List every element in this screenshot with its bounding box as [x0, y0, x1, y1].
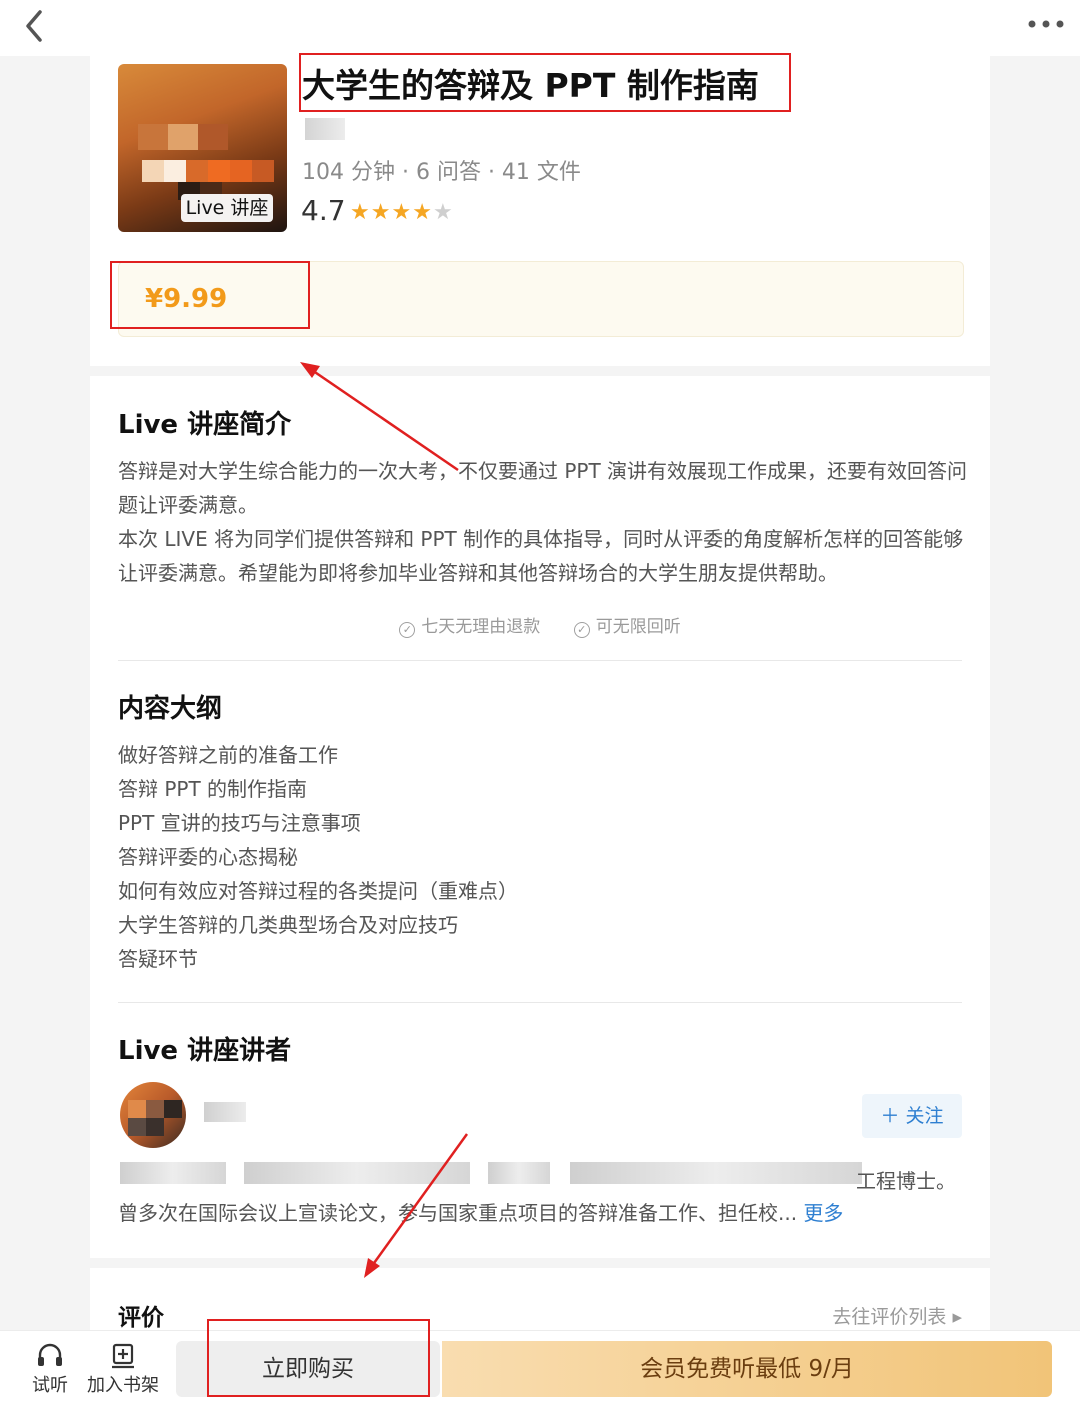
- vip-free-listen-button[interactable]: 会员免费听最低 9/月: [442, 1341, 1052, 1397]
- bottom-action-bar: 试听 加入书架 立即购买 会员免费听最低 9/月: [0, 1330, 1080, 1407]
- listen-button[interactable]: 试听: [24, 1339, 76, 1397]
- intro-title: Live 讲座简介: [118, 410, 292, 440]
- check-circle-icon: ✓: [573, 622, 590, 638]
- speaker-name-blurred: [204, 1102, 246, 1122]
- more-options-icon[interactable]: [1026, 14, 1066, 34]
- star-icon: ★: [350, 200, 371, 225]
- buy-now-button[interactable]: 立即购买: [176, 1341, 440, 1397]
- speaker-avatar[interactable]: [120, 1082, 186, 1148]
- rating-value: 4.7: [301, 194, 346, 227]
- outline-item: 大学生答辩的几类典型场合及对应技巧: [118, 913, 458, 937]
- intro-paragraph-2: 本次 LIVE 将为同学们提供答辩和 PPT 制作的具体指导，同时从评委的角度解…: [118, 527, 964, 585]
- intro-paragraph-1: 答辩是对大学生综合能力的一次大考，不仅要通过 PPT 演讲有效展现工作成果，还要…: [118, 459, 968, 517]
- star-icon: ★: [391, 200, 413, 225]
- outline-item: 答辩评委的心态揭秘: [118, 845, 298, 869]
- outline-title: 内容大纲: [118, 694, 223, 724]
- reviews-card: 评价 去往评价列表 ▸: [90, 1268, 990, 1338]
- price: ¥9.99: [145, 284, 228, 314]
- course-header-card: Live 讲座 大学生的答辩及 PPT 制作指南 104 分钟 · 6 问答 ·…: [90, 56, 990, 366]
- outline-item: 答辩 PPT 的制作指南: [118, 777, 308, 801]
- divider: [118, 660, 962, 661]
- speaker-bio-line2: 曾多次在国际会议上宣读论文，参与国家重点项目的答辩准备工作、担任校... 更多: [118, 1201, 844, 1225]
- bookshelf-icon: [112, 1343, 134, 1369]
- follow-button[interactable]: ＋ 关注: [862, 1094, 962, 1138]
- speaker-bio-line1: 工程博士。: [856, 1169, 956, 1193]
- outline-item: 做好答辩之前的准备工作: [118, 743, 338, 767]
- course-meta: 104 分钟 · 6 问答 · 41 文件: [302, 160, 581, 185]
- reviews-list-link[interactable]: 去往评价列表 ▸: [832, 1302, 962, 1329]
- back-arrow-icon[interactable]: [14, 6, 54, 46]
- top-nav-bar: [0, 0, 1080, 56]
- outline-item: 如何有效应对答辩过程的各类提问（重难点）: [118, 879, 518, 903]
- guarantee-replay: ✓ 可无限回听: [573, 612, 681, 638]
- guarantee-refund: ✓ 七天无理由退款: [399, 612, 540, 638]
- guarantees: ✓ 七天无理由退款 ✓ 可无限回听: [90, 612, 990, 638]
- course-title: 大学生的答辩及 PPT 制作指南: [302, 66, 759, 105]
- outline-list: 做好答辩之前的准备工作 答辩 PPT 的制作指南 PPT 宣讲的技巧与注意事项 …: [118, 738, 518, 976]
- author-name-blurred: [305, 118, 345, 140]
- price-bar: ¥9.99: [118, 261, 964, 337]
- add-to-bookshelf-button[interactable]: 加入书架: [82, 1339, 164, 1397]
- star-icon: ★: [412, 200, 433, 225]
- check-circle-icon: ✓: [399, 622, 416, 638]
- course-detail-card: Live 讲座简介 答辩是对大学生综合能力的一次大考，不仅要通过 PPT 演讲有…: [90, 376, 990, 1258]
- outline-item: PPT 宣讲的技巧与注意事项: [118, 811, 361, 835]
- course-cover-image: Live 讲座: [118, 64, 287, 232]
- more-link[interactable]: 更多: [803, 1201, 843, 1225]
- outline-item: 答疑环节: [118, 947, 198, 971]
- rating-stars: ★★★★★: [350, 200, 454, 225]
- live-lecture-badge: Live 讲座: [181, 194, 273, 222]
- headphones-icon: [38, 1343, 62, 1366]
- star-empty-icon: ★: [432, 200, 454, 225]
- speaker-title: Live 讲座讲者: [118, 1036, 292, 1066]
- reviews-title: 评价: [118, 1305, 164, 1331]
- divider: [118, 1002, 962, 1003]
- star-icon: ★: [370, 200, 392, 225]
